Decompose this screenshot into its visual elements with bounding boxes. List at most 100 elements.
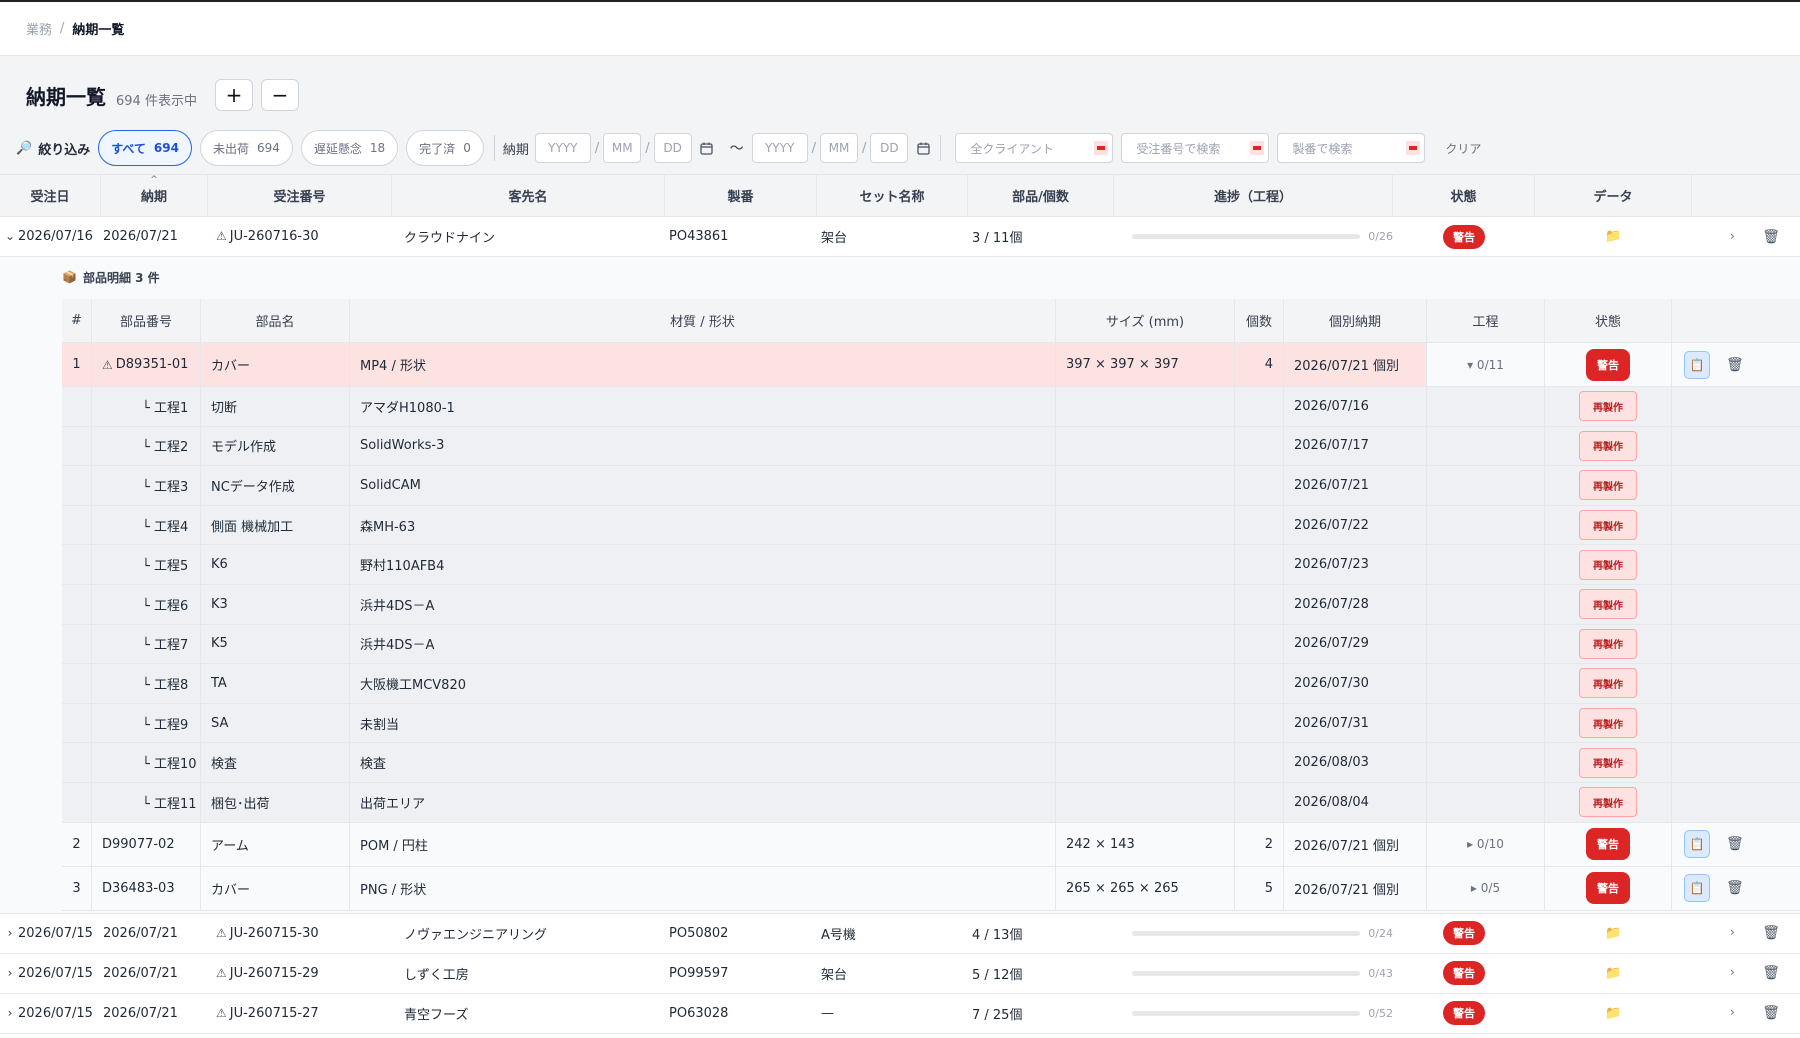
process-row[interactable]: └ 工程6 K3 浜井4DS－A 2026/07/28 再製作 <box>62 584 1800 625</box>
remake-button[interactable]: 再製作 <box>1579 510 1637 541</box>
trash-icon[interactable]: 🗑 <box>1762 229 1780 245</box>
remake-button[interactable]: 再製作 <box>1579 430 1637 461</box>
clear-mfg-icon[interactable] <box>1406 141 1421 155</box>
folder-icon[interactable]: 📁 <box>1605 966 1621 981</box>
to-day-input[interactable]: DD <box>870 133 909 163</box>
folder-icon[interactable]: 📁 <box>1605 1006 1621 1021</box>
col-set-name[interactable]: セット名称 <box>817 175 968 216</box>
col-order-number[interactable]: 受注番号 <box>208 175 392 216</box>
folder-icon[interactable]: 📁 <box>1605 926 1621 941</box>
col-due-date[interactable]: ^ 納期 <box>101 175 208 216</box>
chevron-down-icon[interactable]: ⌄ <box>2 229 18 243</box>
process-row[interactable]: └ 工程3 NCデータ作成 SolidCAM 2026/07/21 再製作 <box>62 466 1800 506</box>
remake-button[interactable]: 再製作 <box>1579 787 1637 818</box>
folder-icon[interactable]: 📁 <box>1605 229 1621 244</box>
remake-button[interactable]: 再製作 <box>1579 470 1637 501</box>
part-row[interactable]: 2 D99077-02 アーム POM / 円柱 242 × 143 2 202… <box>62 822 1800 867</box>
part-material: PNG / 形状 <box>350 866 1056 910</box>
from-day-input[interactable]: DD <box>653 133 692 163</box>
chevron-right-icon[interactable]: › <box>1730 965 1735 981</box>
process-row[interactable]: └ 工程4 側面 機械加工 森MH-63 2026/07/22 再製作 <box>62 505 1800 546</box>
remake-button[interactable]: 再製作 <box>1579 391 1637 422</box>
col-status[interactable]: 状態 <box>1393 175 1535 216</box>
chevron-right-icon[interactable]: › <box>2 926 18 940</box>
chevron-right-icon[interactable]: › <box>1730 925 1735 941</box>
status-badge: 警告 <box>1586 872 1630 905</box>
zoom-out-button[interactable]: − <box>260 79 299 111</box>
part-row[interactable]: 1 ⚠ D89351-01 カバー MP4 / 形状 397 × 397 × 39… <box>62 343 1800 387</box>
remake-button[interactable]: 再製作 <box>1579 549 1637 580</box>
process-row[interactable]: └ 工程11 梱包･出荷 出荷エリア 2026/08/04 再製作 <box>62 782 1800 823</box>
chip-completed[interactable]: 完了済 0 <box>406 130 484 166</box>
remake-button[interactable]: 再製作 <box>1579 668 1637 699</box>
trash-icon[interactable]: 🗑 <box>1762 1005 1780 1021</box>
process-toggle[interactable]: ▸ 0/5 <box>1427 866 1545 910</box>
from-month-input[interactable]: MM <box>603 133 642 163</box>
chevron-right-icon[interactable]: › <box>2 1006 18 1020</box>
process-row[interactable]: └ 工程9 SA 未割当 2026/07/31 再製作 <box>62 703 1800 744</box>
zoom-in-button[interactable]: + <box>214 79 253 111</box>
chevron-right-icon[interactable]: › <box>1730 1005 1735 1021</box>
chevron-right-icon[interactable]: › <box>2 966 18 980</box>
chevron-right-icon[interactable]: › <box>1730 229 1735 245</box>
calendar-icon[interactable] <box>908 142 938 155</box>
progress-bar <box>1132 970 1361 976</box>
breadcrumb: 業務 / 納期一覧 <box>0 2 1800 56</box>
parts-table-header: # 部品番号 部品名 材質 / 形状 サイズ (mm) 個数 個別納期 工程 状… <box>62 299 1800 343</box>
status-badge: 警告 <box>1586 348 1630 381</box>
order-search-placeholder: 受注番号で検索 <box>1136 141 1221 156</box>
process-row[interactable]: └ 工程2 モデル作成 SolidWorks-3 2026/07/17 再製作 <box>62 426 1800 467</box>
process-toggle[interactable]: ▸ 0/10 <box>1427 822 1545 866</box>
chip-unshipped[interactable]: 未出荷 694 <box>199 130 293 166</box>
process-row[interactable]: └ 工程8 TA 大阪機工MCV820 2026/07/30 再製作 <box>62 664 1800 704</box>
trash-icon[interactable]: 🗑 <box>1726 880 1744 896</box>
col-parts[interactable]: 部品/個数 <box>968 175 1114 216</box>
clear-client-icon[interactable] <box>1094 141 1109 155</box>
col-mfg-number[interactable]: 製番 <box>665 175 817 216</box>
chip-delay-risk[interactable]: 遅延懸念 18 <box>300 130 399 166</box>
clear-order-icon[interactable] <box>1250 141 1265 155</box>
mfg-number-search[interactable]: 製番で検索 <box>1277 133 1426 163</box>
table-row[interactable]: ›2026/07/152026/07/21⚠JU-260715-26しずく工房P… <box>0 1033 1800 1038</box>
breadcrumb-parent[interactable]: 業務 <box>26 19 52 38</box>
process-machine: 浜井4DS－A <box>350 584 1056 624</box>
col-data[interactable]: データ <box>1535 175 1692 216</box>
parts-count: 4 / 13個 <box>972 927 1023 943</box>
calendar-icon[interactable] <box>692 142 722 155</box>
process-row[interactable]: └ 工程5 K6 野村110AFB4 2026/07/23 再製作 <box>62 545 1800 585</box>
trash-icon[interactable]: 🗑 <box>1762 925 1780 941</box>
clipboard-icon[interactable]: 📋 <box>1684 830 1710 859</box>
part-row[interactable]: 3 D36483-03 カバー PNG / 形状 265 × 265 × 265… <box>62 866 1800 911</box>
process-count <box>1427 466 1545 505</box>
process-name: 側面 機械加工 <box>201 505 350 545</box>
col-client[interactable]: 客先名 <box>392 175 665 216</box>
from-year-input[interactable]: YYYY <box>534 133 591 163</box>
remake-button[interactable]: 再製作 <box>1579 708 1637 739</box>
trash-icon[interactable]: 🗑 <box>1726 357 1744 373</box>
process-row[interactable]: └ 工程1 切断 アマダH1080-1 2026/07/16 再製作 <box>62 387 1800 427</box>
remake-button[interactable]: 再製作 <box>1579 747 1637 778</box>
to-year-input[interactable]: YYYY <box>751 133 808 163</box>
remake-button[interactable]: 再製作 <box>1579 589 1637 620</box>
process-row[interactable]: └ 工程10 検査 検査 2026/08/03 再製作 <box>62 743 1800 783</box>
process-index <box>62 466 92 505</box>
clear-filters-button[interactable]: クリア <box>1445 140 1481 157</box>
table-row[interactable]: › 2026/07/15 2026/07/21 ⚠ JU-260715-29 しずく工房 P… <box>0 953 1800 994</box>
table-row[interactable]: › 2026/07/15 2026/07/21 ⚠ JU-260715-30 ノヴァエンジ… <box>0 913 1800 954</box>
process-toggle[interactable]: ▾ 0/11 <box>1427 343 1545 386</box>
clipboard-icon[interactable]: 📋 <box>1684 350 1710 379</box>
process-row[interactable]: └ 工程7 K5 浜井4DS－A 2026/07/29 再製作 <box>62 624 1800 665</box>
order-number-search[interactable]: 受注番号で検索 <box>1121 133 1270 163</box>
col-progress[interactable]: 進捗（工程） <box>1114 175 1393 216</box>
trash-icon[interactable]: 🗑 <box>1726 836 1744 852</box>
remake-button[interactable]: 再製作 <box>1579 628 1637 659</box>
table-row[interactable]: ⌄ 2026/07/16 2026/07/21 ⚠ JU-260716-30 クラウ… <box>0 217 1800 257</box>
to-month-input[interactable]: MM <box>820 133 859 163</box>
col-order-date[interactable]: 受注日 <box>0 175 101 216</box>
divider <box>493 135 495 161</box>
client-select[interactable]: 全クライアント <box>955 133 1114 163</box>
chip-all[interactable]: すべて 694 <box>98 130 192 166</box>
trash-icon[interactable]: 🗑 <box>1762 965 1780 981</box>
table-row[interactable]: › 2026/07/15 2026/07/21 ⚠ JU-260715-27 青空フーズ P… <box>0 993 1800 1034</box>
clipboard-icon[interactable]: 📋 <box>1684 874 1710 903</box>
